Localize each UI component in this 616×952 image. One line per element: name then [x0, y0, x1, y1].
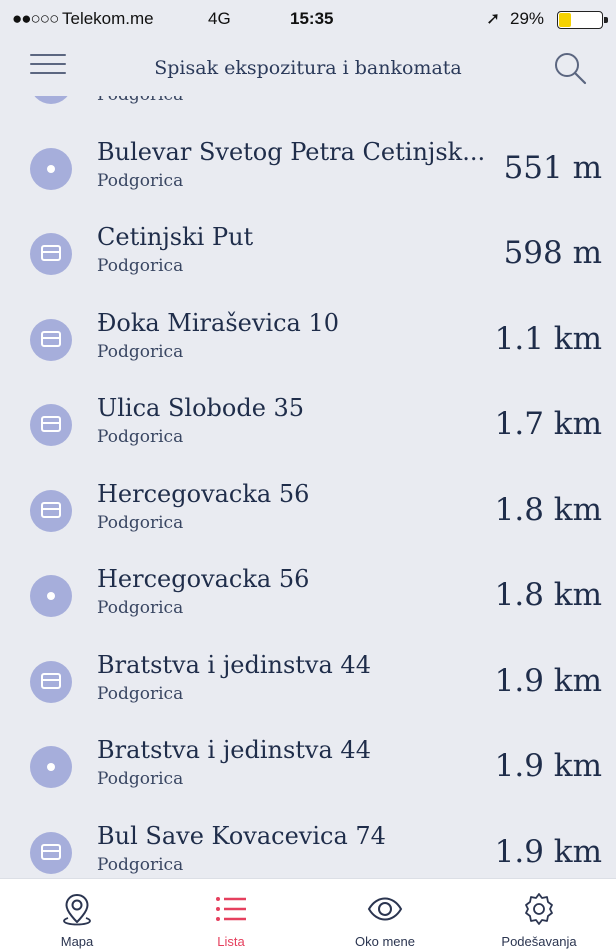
item-city: Podgorica: [97, 769, 184, 789]
item-distance: 1.9 km: [494, 662, 602, 699]
item-city: Podgorica: [97, 512, 184, 533]
item-distance: 1.9 km: [494, 833, 602, 870]
battery-nub: [604, 17, 608, 23]
list-item[interactable]: Ulica Slobode 35 Podgorica 1.7 km: [0, 380, 616, 466]
battery-icon: [557, 11, 608, 29]
list-item[interactable]: Bratstva i jedinstva 44 Podgorica 1.9 km: [0, 637, 616, 723]
item-city: Podgorica: [97, 427, 184, 447]
branch-icon: [30, 746, 72, 788]
item-title: Bulevar Svetog Petra Cetinjsk...: [97, 137, 486, 166]
network-type: 4G: [208, 9, 231, 28]
atm-icon: [30, 96, 72, 104]
item-distance: 1.8 km: [494, 577, 602, 613]
item-title: Hercegovacka 56: [97, 565, 310, 593]
item-distance: 551 m: [503, 149, 602, 186]
battery-percent: 29%: [510, 9, 545, 28]
tab-mapa-label: Mapa: [60, 934, 94, 949]
item-city: Podgorica: [97, 854, 184, 875]
item-title: Cetinjski Put: [97, 223, 254, 251]
status-time: 15:35: [290, 9, 334, 28]
location-list-content: Cetinjski PutPodgorica551 mBulevar Sveto…: [0, 96, 616, 878]
location-arrow-icon: ➚: [486, 9, 501, 28]
list-item[interactable]: Hercegovacka 56 Podgorica 1.8 km: [0, 466, 616, 552]
branch-icon: [30, 575, 72, 617]
item-distance: 1.7 km: [494, 406, 602, 442]
battery-level: [559, 13, 572, 27]
item-city: Podgorica: [97, 683, 184, 704]
branch-icon: [30, 147, 72, 190]
list-item[interactable]: Bul Save Kovacevica 74 Podgorica 1.9 km: [0, 808, 616, 879]
item-title: Bratstva i jedinstva 44: [97, 650, 371, 679]
atm-icon: [30, 318, 72, 361]
tab-mapa[interactable]: Mapa: [0, 879, 154, 952]
app-screen: ●●○○○ Telekom.me 4G 15:35 ➚ 29% Spisak e…: [0, 0, 616, 952]
tab-lista[interactable]: Lista: [154, 879, 308, 952]
bottom-tab-bar: Mapa Lista Oko mene Podešavanja: [0, 878, 616, 952]
list-item[interactable]: Hercegovacka 56 Podgorica 1.8 km: [0, 551, 616, 637]
search-button[interactable]: [552, 50, 588, 86]
list-icon: [216, 897, 246, 921]
atm-icon: [30, 233, 72, 275]
item-title: Đoka Miraševica 10: [97, 308, 340, 337]
atm-icon: [30, 660, 72, 703]
search-icon: [555, 53, 587, 85]
atm-icon: [30, 831, 72, 874]
tab-oko-mene[interactable]: Oko mene: [308, 879, 462, 952]
eye-icon: [367, 897, 403, 921]
item-distance: 1.9 km: [494, 748, 602, 784]
page-title: Spisak ekspozitura i bankomata: [154, 57, 462, 79]
item-title: Bratstva i jedinstva 44: [97, 736, 371, 764]
list-item[interactable]: Cetinjski PutPodgorica551 m: [0, 96, 616, 124]
status-bar: ●●○○○ Telekom.me 4G 15:35 ➚ 29%: [0, 0, 616, 38]
item-city: Podgorica: [97, 96, 183, 105]
item-title: Bul Save Kovacevica 74: [97, 821, 386, 850]
item-title: Hercegovacka 56: [97, 479, 310, 508]
tab-oko-mene-label: Oko mene: [355, 934, 415, 949]
item-title: Ulica Slobode 35: [97, 394, 305, 422]
atm-icon: [30, 489, 72, 532]
carrier-name: Telekom.me: [62, 9, 154, 28]
gear-icon: [525, 893, 553, 925]
list-item[interactable]: Đoka Miraševica 10 Podgorica 1.1 km: [0, 295, 616, 381]
tab-lista-label: Lista: [217, 934, 245, 949]
app-header: Spisak ekspozitura i bankomata: [0, 38, 616, 96]
tab-podesavanja-label: Podešavanja: [501, 934, 577, 949]
item-city: Podgorica: [97, 341, 184, 362]
item-distance: 1.8 km: [494, 491, 602, 528]
list-item[interactable]: Bulevar Svetog Petra Cetinjsk... Podgoric…: [0, 124, 616, 210]
item-city: Podgorica: [97, 256, 184, 276]
location-list[interactable]: Cetinjski PutPodgorica551 mBulevar Sveto…: [0, 96, 616, 878]
item-distance: 551 m: [504, 96, 602, 100]
atm-icon: [30, 404, 72, 446]
hamburger-icon-line: [30, 54, 66, 56]
signal-strength: ●●○○○: [12, 9, 59, 28]
item-city: Podgorica: [97, 598, 184, 618]
tab-podesavanja[interactable]: Podešavanja: [462, 879, 616, 952]
map-pin-icon: [63, 893, 91, 926]
item-distance: 1.1 km: [494, 320, 602, 357]
item-city: Podgorica: [97, 170, 184, 191]
list-item[interactable]: Bratstva i jedinstva 44 Podgorica 1.9 km: [0, 722, 616, 808]
list-item[interactable]: Cetinjski Put Podgorica 598 m: [0, 209, 616, 295]
item-distance: 598 m: [503, 235, 602, 271]
